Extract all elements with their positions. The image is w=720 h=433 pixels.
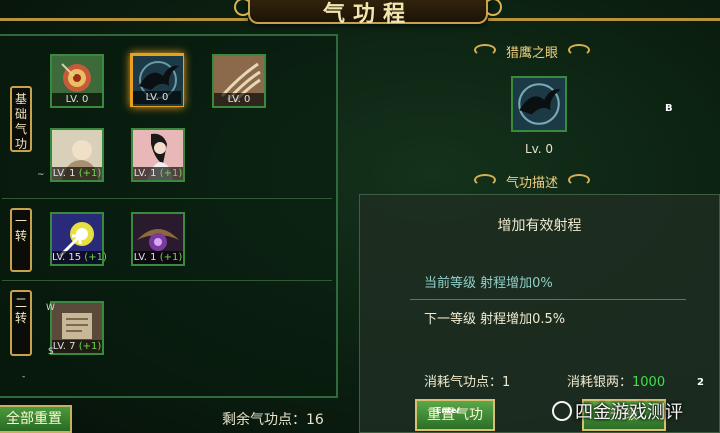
skill-description: 增加有效射程 — [497, 218, 582, 234]
reset-skill-button[interactable]: 重置气功 — [415, 399, 495, 431]
reset-all-button[interactable]: 全部重置 — [0, 405, 72, 433]
skill-level-label: LV. 1 (+1) — [133, 167, 183, 180]
skill-slot[interactable]: LV. 0 — [212, 54, 266, 108]
swirl-ornament-icon — [568, 174, 590, 186]
skill-level-label: LV. 0 — [52, 93, 102, 106]
section-tab-first-rebirth[interactable]: 一转 — [10, 208, 32, 272]
cost-silver-text: 消耗银两： — [567, 375, 633, 390]
cost-points-label: 消耗气功点：1 — [424, 375, 511, 390]
watermark-text: 四金游戏测评 — [575, 402, 683, 423]
skill-name-header: 猎鹰之眼 — [458, 42, 606, 61]
swirl-ornament-icon — [474, 174, 496, 186]
section-divider — [2, 198, 332, 199]
skill-level-label: LV. 15 (+1) — [52, 251, 107, 264]
artifact-mark: - — [22, 372, 26, 382]
cost-silver-value: 1000 — [632, 375, 666, 390]
skill-level-label: LV. 0 — [133, 91, 181, 104]
swirl-ornament-icon — [568, 44, 590, 56]
artifact-mark: ~ — [37, 170, 45, 180]
artifact-mark: W — [46, 303, 55, 313]
swirl-ornament-icon — [474, 44, 496, 56]
page-title: 气功程 — [322, 2, 413, 27]
skill-level-label: LV. 0 — [214, 93, 264, 106]
skill-slot[interactable]: LV. 7 (+1) — [50, 301, 104, 355]
title-banner: 气功程 — [234, 0, 502, 27]
enter-key-hint: Enter — [436, 406, 461, 415]
top-rule-left — [0, 18, 248, 21]
section-divider — [2, 280, 332, 281]
falcon-eye-icon — [513, 78, 565, 130]
skill-level-label: LV. 7 (+1) — [52, 340, 102, 353]
skill-slot-selected[interactable]: LV. 0 — [130, 53, 184, 107]
section-tab-basic[interactable]: 基础气功 — [10, 86, 32, 152]
current-level-effect: 当前等级 射程增加0% — [424, 276, 553, 291]
divider — [410, 299, 686, 300]
ornament-icon — [484, 0, 502, 16]
artifact-mark: S — [48, 347, 54, 357]
skill-slot[interactable]: LV. 15 (+1) — [50, 212, 107, 266]
next-level-effect: 下一等级 射程增加0.5% — [424, 312, 566, 327]
skill-level-label: LV. 1 (+1) — [52, 167, 102, 180]
remaining-points-label: 剩余气功点：16 — [222, 412, 324, 428]
skill-slot[interactable]: LV. 1 (+1) — [131, 212, 185, 266]
skill-name: 猎鹰之眼 — [505, 46, 558, 61]
description-header-label: 气功描述 — [505, 176, 558, 191]
selected-skill-icon-frame — [511, 76, 567, 132]
b-marker: B — [665, 103, 673, 114]
selected-skill-level: Lv. 0 — [524, 142, 554, 156]
description-header: 气功描述 — [458, 172, 606, 191]
skill-slot[interactable]: LV. 0 — [50, 54, 104, 108]
top-rule-right — [488, 18, 720, 21]
section-tab-second-rebirth[interactable]: 二转 — [10, 290, 32, 356]
watermark-logo-icon — [552, 401, 572, 421]
game-window: 气功程 基础气功 一转 二转 LV. 0 LV. 0 LV. 0 LV. 1 (… — [0, 0, 720, 433]
skill-slot[interactable]: LV. 1 (+1) — [131, 128, 185, 182]
watermark: 四金游戏测评 — [552, 398, 683, 424]
two-marker: 2 — [697, 377, 704, 388]
skill-level-label: LV. 1 (+1) — [133, 251, 183, 264]
skill-slot[interactable]: LV. 1 (+1) — [50, 128, 104, 182]
cost-silver-label: 消耗银两：1000 — [567, 371, 665, 390]
